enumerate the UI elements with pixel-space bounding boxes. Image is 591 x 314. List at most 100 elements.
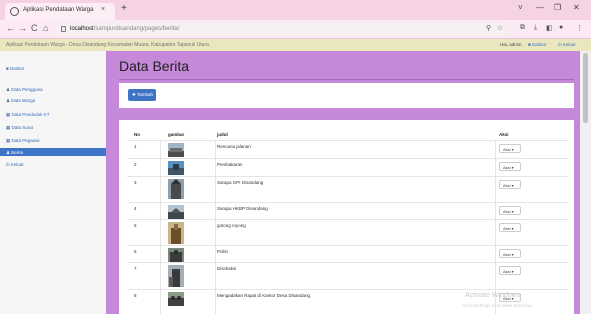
extensions-icon[interactable]: ⧉ (520, 24, 525, 32)
logout-link[interactable]: ⏻ Keluar (558, 42, 576, 47)
page-scrollbar[interactable] (580, 51, 591, 314)
table-row: 1 Rencana jalanan Aksi ▾ (127, 140, 568, 158)
menu-kebab-icon[interactable]: ⋮ (576, 24, 583, 32)
tab-strip: Aplikasi Pendataan Warga × + ˅ — ❐ ✕ (0, 0, 591, 20)
url-path: /sampurdisandang/pages/berita/ (93, 26, 180, 32)
table-row: 5 gotong royong Aksi ▾ (127, 219, 568, 245)
berita-thumbnail (168, 161, 184, 175)
berita-thumbnail (168, 222, 184, 244)
tab-title: Aplikasi Pendataan Warga (23, 7, 94, 13)
activate-windows-watermark: Activate Windows (465, 292, 521, 299)
col-gambar: gambar (168, 132, 185, 137)
sidebar-item-label: Keluar (10, 162, 24, 167)
table-row: 3 Sarapa GPI Disandang Aksi ▾ (127, 176, 568, 202)
url-host: localhost (70, 26, 94, 32)
table-row: 7 Disnkaksi Aksi ▾ (127, 262, 568, 289)
sidebar-item-pengguna[interactable]: ♟ Data Pengguna (0, 86, 106, 93)
berita-thumbnail (168, 205, 184, 219)
sidebar-item-pegawai[interactable]: ▦ Data Pegawai (0, 137, 106, 144)
table-row: 2 Pembakaran Aksi ▾ (127, 158, 568, 176)
activate-windows-hint: Go to Settings to activate Windows. (462, 303, 534, 308)
title-divider (119, 79, 574, 80)
page-title: Data Berita (119, 58, 190, 74)
sidebar-item-warga[interactable]: ♟ Data Warga (0, 97, 106, 104)
tab-search-icon[interactable]: ˅ (518, 3, 523, 12)
minimize-button[interactable]: — (536, 3, 544, 12)
berita-thumbnail (168, 292, 184, 306)
row-judul: Sarapa HKBP Disandang (217, 206, 268, 211)
table-row: 6 Polisi Aksi ▾ (127, 245, 568, 262)
home-icon[interactable]: ⌂ (43, 23, 48, 33)
berita-table-panel: No gambar judul Aksi 1 Rencana jalanan A… (119, 120, 574, 314)
sidebar-item-label: Data Surat (11, 125, 34, 130)
row-judul: Rencana jalanan (217, 144, 251, 149)
sidebar-item-label: Data Penduduk KT (11, 112, 50, 117)
aksi-dropdown[interactable]: Aksi ▾ (499, 223, 521, 232)
back-icon[interactable]: ← (6, 23, 15, 33)
action-panel: ✚ Tambah (119, 83, 574, 108)
row-no: 7 (134, 266, 137, 271)
row-judul: Sarapa GPI Disandang (217, 180, 264, 185)
profile-avatar-icon[interactable]: ● (559, 24, 563, 31)
app-header: Aplikasi Pendataan Warga - Desa Disandan… (0, 39, 591, 51)
sidebar-item-surat[interactable]: ▦ Data Surat (0, 124, 106, 131)
sidebar-item-dasbor[interactable]: ■ Dasbor (0, 65, 106, 72)
row-judul: Disnkaksi (217, 266, 237, 271)
aksi-dropdown[interactable]: Aksi ▾ (499, 144, 521, 153)
aksi-dropdown[interactable]: Aksi ▾ (499, 206, 521, 215)
sidebar-item-label: Berita (11, 150, 24, 155)
new-tab-button[interactable]: + (121, 3, 127, 14)
download-icon[interactable]: ⤓ (534, 24, 537, 32)
close-tab-icon[interactable]: × (101, 6, 105, 13)
add-button-label: Tambah (136, 92, 153, 97)
add-berita-button[interactable]: ✚ Tambah (128, 89, 156, 101)
main-content: Data Berita ✚ Tambah No gambar judul Aks… (106, 51, 580, 314)
sidebar-item-berita[interactable]: ♟ Berita (0, 148, 106, 156)
user-greeting: Hai, admin (500, 42, 522, 47)
row-judul: Pembakaran (217, 162, 243, 167)
row-judul: Mengadakan Rapat di Kantor Desa Disandan… (217, 293, 311, 298)
berita-thumbnail (168, 179, 184, 199)
sidebar-item-label: Data Pengguna (11, 87, 43, 92)
col-no: No (134, 132, 140, 137)
url-field[interactable]: localhost/sampurdisandang/pages/berita/ (56, 23, 506, 36)
table-header: No gambar judul Aksi (127, 130, 568, 140)
aksi-dropdown[interactable]: Aksi ▾ (499, 249, 521, 258)
row-no: 6 (134, 249, 137, 254)
browser-window: Aplikasi Pendataan Warga × + ˅ — ❐ ✕ ← →… (0, 0, 591, 314)
scrollbar-thumb[interactable] (583, 53, 588, 123)
zoom-icon[interactable]: ⚲ (486, 24, 491, 32)
address-bar-row: ← → C ⌂ localhost/sampurdisandang/pages/… (0, 20, 591, 39)
app-brand[interactable]: Aplikasi Pendataan Warga - Desa Disandan… (6, 42, 209, 48)
row-no: 3 (134, 180, 137, 185)
aksi-dropdown[interactable]: Aksi ▾ (499, 180, 521, 189)
row-no: 8 (134, 293, 137, 298)
row-no: 5 (134, 223, 137, 228)
dashboard-link[interactable]: ■ Dasbor (528, 42, 546, 47)
sidebar-panel-icon[interactable]: ◧ (546, 24, 553, 32)
maximize-button[interactable]: ❐ (554, 3, 561, 12)
sidebar-item-penduduk[interactable]: ▦ Data Penduduk KT (0, 111, 106, 118)
berita-thumbnail (168, 248, 184, 262)
browser-tab[interactable]: Aplikasi Pendataan Warga × (5, 3, 115, 20)
sidebar-item-keluar[interactable]: ⏻ Keluar (0, 161, 106, 168)
row-no: 1 (134, 144, 137, 149)
col-judul: judul (217, 132, 228, 137)
forward-icon[interactable]: → (18, 23, 27, 33)
reload-icon[interactable]: C (31, 23, 38, 33)
berita-thumbnail (168, 265, 184, 287)
sidebar-item-label: Dasbor (9, 66, 25, 71)
sidebar-item-label: Data Warga (11, 98, 36, 103)
aksi-dropdown[interactable]: Aksi ▾ (499, 266, 521, 275)
row-no: 2 (134, 162, 137, 167)
info-icon[interactable] (61, 26, 66, 32)
aksi-dropdown[interactable]: Aksi ▾ (499, 162, 521, 171)
sidebar: ■ Dasbor ♟ Data Pengguna ♟ Data Warga ▦ … (0, 51, 106, 314)
row-judul: gotong royong (217, 223, 246, 228)
berita-thumbnail (168, 143, 184, 157)
dashboard-link-label: Dasbor (531, 42, 547, 47)
globe-icon (10, 7, 19, 16)
sidebar-item-label: Data Pegawai (11, 138, 40, 143)
close-window-button[interactable]: ✕ (573, 3, 580, 12)
bookmark-star-icon[interactable]: ☆ (497, 24, 503, 32)
